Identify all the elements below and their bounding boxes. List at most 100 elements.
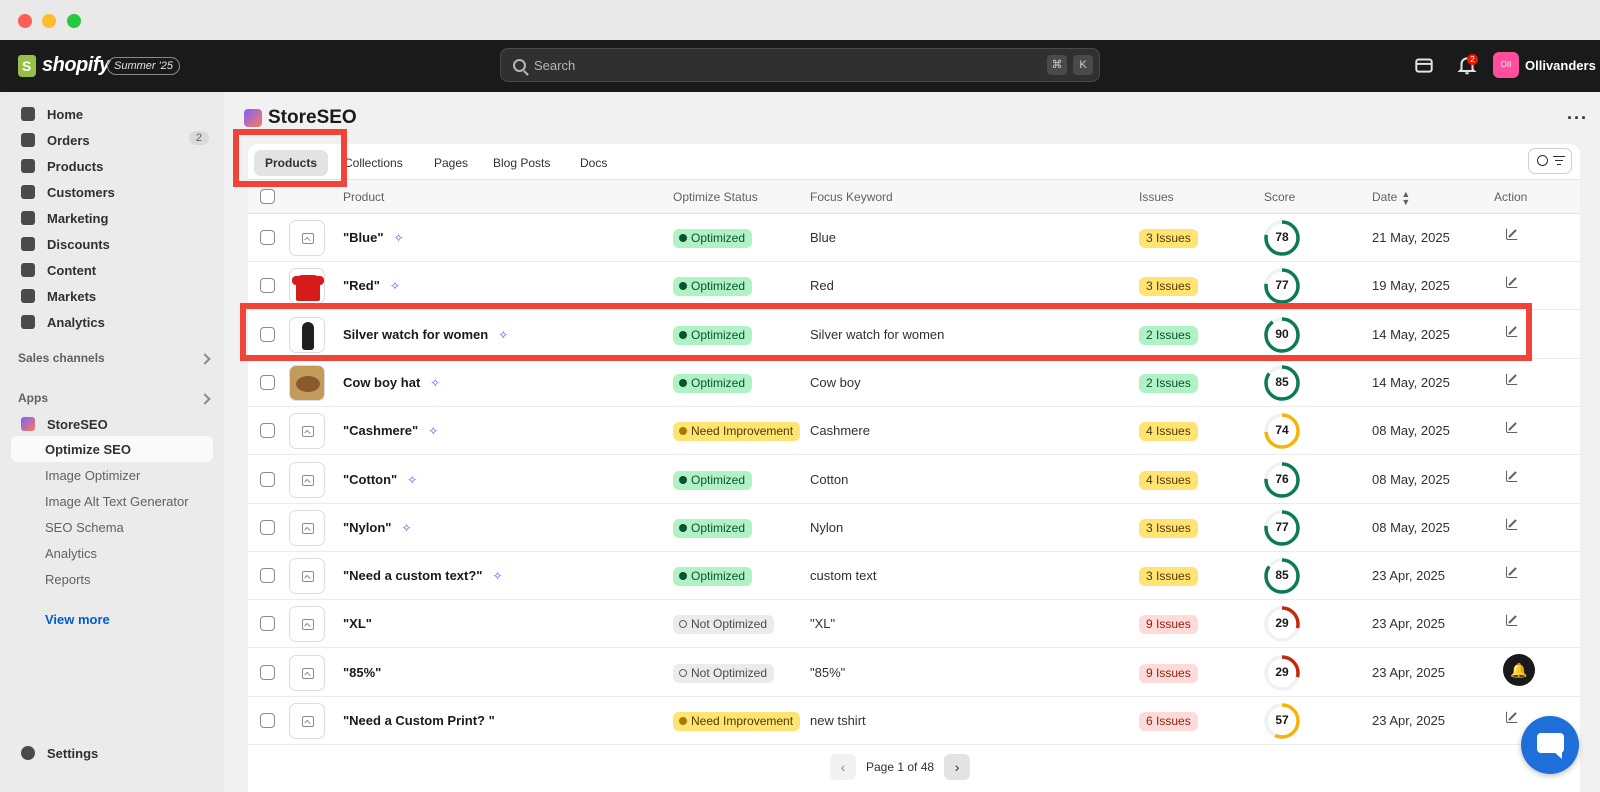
row-checkbox[interactable]	[260, 326, 275, 342]
ai-sparkle-icon[interactable]: ✧	[498, 328, 508, 342]
more-actions-icon[interactable]: ···	[1567, 108, 1588, 129]
edit-icon[interactable]	[1506, 228, 1518, 240]
column-header-focus-keyword[interactable]: Focus Keyword	[810, 190, 893, 204]
minimize-window-button[interactable]	[42, 14, 56, 28]
tab-collections[interactable]: Collections	[333, 150, 414, 176]
sidebar-item-settings[interactable]: Settings	[11, 741, 213, 765]
edit-icon[interactable]	[1506, 276, 1518, 289]
sidebar-item-products[interactable]: Products	[11, 154, 213, 178]
issues-badge[interactable]: 2 Issues	[1139, 325, 1198, 345]
sidebar-item-orders[interactable]: Orders 2	[11, 128, 213, 152]
table-row[interactable]: "Red" ✧ Optimized Red 3 Issues 77 19 May, 2025	[248, 262, 1580, 311]
product-name[interactable]: Silver watch for women ✧	[343, 327, 508, 342]
column-header-date[interactable]: Date ▲ ▼	[1372, 190, 1410, 207]
issues-badge[interactable]: 9 Issues	[1139, 663, 1198, 683]
edit-icon[interactable]	[1506, 517, 1518, 530]
row-checkbox[interactable]	[260, 664, 275, 680]
sidebar-item-reports[interactable]: Reports	[45, 572, 91, 587]
maximize-window-button[interactable]	[67, 14, 81, 28]
product-name[interactable]: "Blue" ✧	[343, 230, 404, 245]
sidebar-item-content[interactable]: Content	[11, 258, 213, 282]
edit-icon[interactable]	[1506, 711, 1518, 723]
edit-icon[interactable]	[1506, 614, 1518, 627]
row-checkbox[interactable]	[260, 471, 275, 487]
sidebar-item-optimize-seo[interactable]: Optimize SEO	[11, 436, 213, 462]
sales-channels-heading[interactable]: Sales channels	[18, 351, 105, 365]
sidebar-item-image-optimizer[interactable]: Image Optimizer	[45, 468, 140, 483]
shopify-logo[interactable]: shopify	[18, 54, 110, 77]
column-header-issues[interactable]: Issues	[1139, 190, 1174, 204]
view-more-link[interactable]: View more	[45, 612, 110, 627]
issues-badge[interactable]: 2 Issues	[1139, 373, 1198, 393]
edit-icon[interactable]	[1506, 469, 1518, 482]
next-page-button[interactable]: ›	[944, 754, 971, 780]
edit-icon[interactable]	[1506, 566, 1518, 579]
ai-sparkle-icon[interactable]: ✧	[390, 279, 400, 293]
issues-badge[interactable]: 3 Issues	[1139, 229, 1198, 248]
product-name[interactable]: "Nylon" ✧	[343, 520, 412, 535]
row-checkbox[interactable]	[260, 568, 275, 584]
chevron-right-icon[interactable]	[199, 393, 211, 405]
ai-sparkle-icon[interactable]: ✧	[401, 521, 411, 535]
ai-sparkle-icon[interactable]: ✧	[407, 473, 417, 487]
sidebar-item-analytics[interactable]: Analytics	[11, 310, 213, 334]
column-header-product[interactable]: Product	[343, 190, 384, 204]
close-window-button[interactable]	[18, 14, 32, 28]
product-name[interactable]: "85%"	[343, 665, 381, 680]
sidebar-item-seo-schema[interactable]: SEO Schema	[45, 520, 124, 535]
product-name[interactable]: "Cotton" ✧	[343, 472, 417, 487]
table-row[interactable]: "XL" Not Optimized "XL" 9 Issues 29 23 Apr, 2…	[248, 600, 1580, 649]
store-avatar[interactable]: OII	[1493, 52, 1519, 78]
issues-badge[interactable]: 3 Issues	[1139, 277, 1198, 297]
row-checkbox[interactable]	[260, 374, 275, 390]
edition-badge[interactable]: Summer '25	[107, 57, 180, 75]
sidebar-item-app-analytics[interactable]: Analytics	[45, 546, 97, 561]
notification-toggle-icon[interactable]: 🔔	[1503, 654, 1535, 686]
table-row[interactable]: Silver watch for women ✧ Optimized Silver w…	[248, 311, 1580, 359]
issues-badge[interactable]: 4 Issues	[1139, 470, 1198, 490]
chat-support-button[interactable]	[1521, 716, 1579, 774]
tab-products[interactable]: Products	[254, 150, 329, 176]
search-filter-button[interactable]	[1528, 148, 1572, 174]
ai-sparkle-icon[interactable]: ✧	[428, 424, 438, 438]
row-checkbox[interactable]	[260, 713, 275, 728]
table-row[interactable]: "85%" Not Optimized "85%" 9 Issues 29 23 Apr,…	[248, 649, 1580, 697]
table-row[interactable]: Cow boy hat ✧ Optimized Cow boy 2 Issues 85 14…	[248, 359, 1580, 407]
search-input[interactable]: Search ⌘ K	[500, 48, 1100, 82]
column-header-score[interactable]: Score	[1264, 190, 1295, 204]
table-row[interactable]: "Cotton" ✧ Optimized Cotton 4 Issues 76 08 May…	[248, 456, 1580, 504]
sidebar-item-marketing[interactable]: Marketing	[11, 206, 213, 230]
row-checkbox[interactable]	[260, 230, 275, 245]
ai-sparkle-icon[interactable]: ✧	[492, 569, 502, 583]
store-name[interactable]: Ollivanders	[1525, 58, 1596, 73]
store-switcher-icon[interactable]	[1413, 54, 1435, 76]
ai-sparkle-icon[interactable]: ✧	[430, 376, 440, 390]
table-row[interactable]: "Need a Custom Print? " Need Improvement n…	[248, 697, 1580, 745]
issues-badge[interactable]: 3 Issues	[1139, 518, 1198, 538]
previous-page-button[interactable]: ‹	[830, 754, 856, 780]
table-row[interactable]: "Blue" ✧ Optimized Blue 3 Issues 78 21 May, 20…	[248, 214, 1580, 262]
row-checkbox[interactable]	[260, 278, 275, 294]
edit-icon[interactable]	[1506, 324, 1518, 337]
issues-badge[interactable]: 6 Issues	[1139, 712, 1198, 731]
select-all-checkbox[interactable]	[260, 189, 275, 204]
sort-icon[interactable]: ▲ ▼	[1401, 190, 1410, 207]
sidebar-item-home[interactable]: Home	[11, 102, 213, 126]
issues-badge[interactable]: 9 Issues	[1139, 615, 1198, 635]
row-checkbox[interactable]	[260, 616, 275, 632]
product-name[interactable]: "XL"	[343, 616, 372, 631]
product-name[interactable]: "Need a Custom Print? "	[343, 713, 495, 728]
sidebar-item-customers[interactable]: Customers	[11, 180, 213, 204]
tab-pages[interactable]: Pages	[423, 150, 479, 176]
issues-badge[interactable]: 4 Issues	[1139, 422, 1198, 442]
row-checkbox[interactable]	[260, 423, 275, 439]
tab-blog-posts[interactable]: Blog Posts	[482, 150, 561, 176]
product-name[interactable]: "Cashmere" ✧	[343, 423, 438, 438]
product-name[interactable]: Cow boy hat ✧	[343, 375, 440, 390]
apps-heading[interactable]: Apps	[18, 391, 48, 405]
sidebar-item-storeseo[interactable]: StoreSEO	[11, 411, 213, 437]
sidebar-item-markets[interactable]: Markets	[11, 284, 213, 308]
product-name[interactable]: "Red" ✧	[343, 278, 400, 293]
table-row[interactable]: "Nylon" ✧ Optimized Nylon 3 Issues 77 08 May, …	[248, 504, 1580, 552]
sidebar-item-discounts[interactable]: Discounts	[11, 232, 213, 256]
